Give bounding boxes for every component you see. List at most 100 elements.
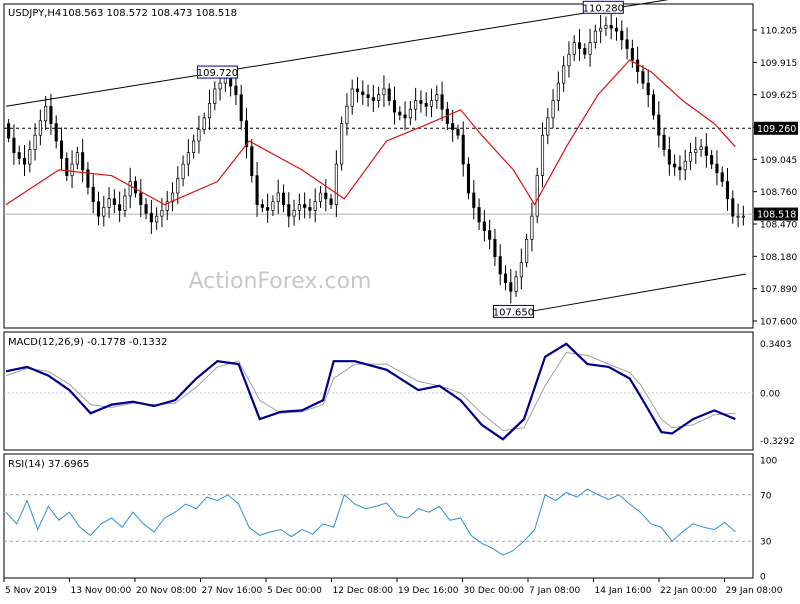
candle-body	[699, 146, 703, 151]
candle-body	[556, 82, 560, 101]
candle-body	[112, 198, 116, 205]
candle-body	[318, 192, 323, 203]
price-level-tag-label: 109.260	[757, 124, 796, 135]
candle-body	[662, 134, 666, 151]
price-annotation-label: 107.650	[493, 307, 534, 318]
candle-body	[144, 204, 148, 214]
moving-average-line	[5, 59, 736, 206]
candle-body	[657, 114, 661, 136]
candle-body	[213, 88, 217, 104]
candle-body	[49, 105, 53, 124]
candle-body	[271, 201, 275, 211]
candle-body	[398, 111, 402, 116]
candle-body	[514, 276, 518, 292]
candle-body	[593, 30, 597, 44]
rsi-panel: 100 70 30 0	[4, 457, 777, 583]
macd-panel-frame	[3, 331, 754, 451]
price-panel-frame	[3, 3, 754, 329]
ohlc-values: 108.563 108.572 108.473 108.518	[62, 8, 237, 19]
rsi-panel-frame	[3, 453, 754, 579]
candle-body	[239, 94, 243, 122]
rsi-axis-tick-label: 70	[760, 491, 772, 501]
candle-body	[704, 146, 708, 156]
candle-body	[588, 42, 592, 55]
time-axis-label: 12 Dec 08:00	[333, 586, 394, 596]
candle-body	[366, 94, 370, 98]
rsi-axis-tick-label: 100	[760, 457, 777, 467]
rsi-title: RSI(14) 37.6965	[8, 459, 89, 470]
candle-body	[22, 157, 27, 165]
candle-body	[91, 186, 95, 203]
candle-body	[75, 152, 79, 165]
macd-panel: 0.3403 0.00 -0.3292	[4, 340, 795, 447]
candle-body	[678, 166, 682, 171]
candle-body	[472, 192, 476, 208]
price-level-tag-label: 108.518	[757, 210, 796, 221]
macd-axis-tick-label: 0.3403	[760, 340, 792, 350]
candle-body	[202, 117, 206, 130]
candle-body	[192, 140, 196, 153]
candle-body	[361, 91, 365, 96]
candle-body	[461, 134, 465, 165]
candle-body	[408, 108, 412, 119]
candle-body	[28, 149, 32, 165]
candle-body	[17, 152, 21, 159]
candle-body	[546, 117, 550, 136]
candle-body	[614, 27, 619, 32]
candle-body	[12, 137, 16, 153]
price-annotation-label: 109.720	[197, 68, 238, 79]
candle-body	[741, 215, 745, 218]
candle-body	[694, 149, 698, 153]
candle-body	[530, 215, 534, 240]
price-axis-tick-label: 107.890	[760, 285, 797, 295]
candle-body	[477, 207, 481, 223]
candle-body	[387, 88, 391, 101]
candle-body	[102, 207, 106, 217]
candle-body	[355, 88, 360, 93]
candle-body	[493, 238, 497, 257]
candle-body	[456, 129, 460, 136]
candle-body	[572, 42, 576, 55]
candle-body	[667, 149, 671, 165]
time-axis-label: 27 Nov 16:00	[202, 586, 263, 596]
candle-body	[207, 103, 212, 119]
price-axis-tick-label: 107.600	[760, 318, 797, 328]
candle-body	[435, 94, 439, 101]
candle-body	[160, 210, 164, 217]
candle-body	[96, 201, 101, 217]
candle-body	[107, 198, 111, 208]
candle-body	[139, 192, 143, 205]
candle-body	[308, 207, 312, 211]
candle-body	[625, 39, 629, 49]
candle-body	[620, 30, 624, 41]
candle-body	[583, 48, 587, 55]
candle-body	[519, 262, 523, 278]
candle-body	[197, 129, 201, 142]
candle-body	[551, 100, 555, 119]
rsi-axis-tick-label: 30	[760, 538, 772, 548]
candle-body	[731, 198, 735, 217]
candle-body	[281, 192, 286, 205]
candle-body	[403, 114, 407, 119]
candle-body	[54, 123, 58, 142]
macd-axis-tick-label: -0.3292	[760, 437, 795, 447]
watermark: ActionForex.com	[189, 269, 372, 294]
candle-body	[350, 88, 354, 107]
macd-signal-line	[5, 351, 736, 432]
price-axis-tick-label: 108.760	[760, 188, 797, 198]
price-axis-tick-label: 109.625	[760, 91, 797, 101]
candle-body	[414, 100, 418, 110]
candle-body	[535, 175, 539, 217]
time-axis-label: 14 Jan 16:00	[595, 586, 652, 596]
candle-body	[525, 238, 529, 263]
rsi-axis-tick-label: 0	[760, 573, 766, 583]
candle-body	[70, 163, 74, 177]
candle-body	[710, 155, 714, 165]
candle-body	[599, 27, 603, 32]
candle-body	[218, 82, 222, 90]
candle-body	[562, 65, 566, 84]
candle-body	[234, 85, 238, 96]
candle-body	[292, 210, 296, 217]
macd-title: MACD(12,26,9) -0.1778 -0.1332	[8, 337, 168, 348]
candle-body	[176, 178, 180, 194]
